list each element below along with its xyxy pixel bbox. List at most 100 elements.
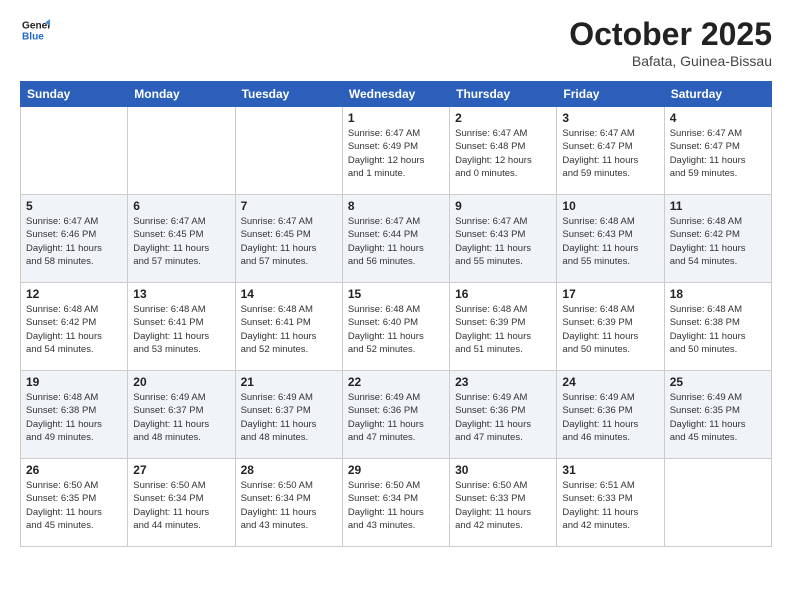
day-number: 18 [670, 287, 766, 301]
day-info: Sunrise: 6:49 AM Sunset: 6:36 PM Dayligh… [562, 391, 658, 444]
day-cell: 31Sunrise: 6:51 AM Sunset: 6:33 PM Dayli… [557, 459, 664, 547]
day-cell: 30 Sunrise: 6:50 AM Sunset: 6:33 PM Dayli… [450, 459, 557, 547]
day-info: Sunrise: 6:47 AM Sunset: 6:43 PM Dayligh… [455, 215, 551, 268]
day-info: Sunrise: 6:50 AM Sunset: 6:34 PM Dayligh… [348, 479, 444, 532]
day-number: 6 [133, 199, 229, 213]
day-info: Sunrise: 6:48 AM Sunset: 6:38 PM Dayligh… [670, 303, 766, 356]
day-number: 21 [241, 375, 337, 389]
day-header-wednesday: Wednesday [342, 82, 449, 107]
week-row-3: 12Sunrise: 6:48 AM Sunset: 6:42 PM Dayli… [21, 283, 772, 371]
day-cell: 20 Sunrise: 6:49 AM Sunset: 6:37 PM Dayli… [128, 371, 235, 459]
day-cell: 13 Sunrise: 6:48 AM Sunset: 6:41 PM Dayli… [128, 283, 235, 371]
day-number: 12 [26, 287, 122, 301]
day-cell: 6Sunrise: 6:47 AM Sunset: 6:45 PM Daylig… [128, 195, 235, 283]
day-number: 13 [133, 287, 229, 301]
day-number: 22 [348, 375, 444, 389]
title-block: October 2025 Bafata, Guinea-Bissau [569, 16, 772, 69]
day-info: Sunrise: 6:48 AM Sunset: 6:39 PM Dayligh… [562, 303, 658, 356]
day-cell: 5Sunrise: 6:47 AM Sunset: 6:46 PM Daylig… [21, 195, 128, 283]
day-info: Sunrise: 6:50 AM Sunset: 6:34 PM Dayligh… [241, 479, 337, 532]
day-number: 14 [241, 287, 337, 301]
day-cell: 27 Sunrise: 6:50 AM Sunset: 6:34 PM Dayli… [128, 459, 235, 547]
day-cell: 29Sunrise: 6:50 AM Sunset: 6:34 PM Dayli… [342, 459, 449, 547]
day-number: 2 [455, 111, 551, 125]
day-info: Sunrise: 6:48 AM Sunset: 6:43 PM Dayligh… [562, 215, 658, 268]
day-number: 11 [670, 199, 766, 213]
header: General Blue October 2025 Bafata, Guinea… [20, 16, 772, 69]
day-cell [21, 107, 128, 195]
week-row-4: 19 Sunrise: 6:48 AM Sunset: 6:38 PM Dayli… [21, 371, 772, 459]
day-info: Sunrise: 6:49 AM Sunset: 6:37 PM Dayligh… [241, 391, 337, 444]
day-cell: 3 Sunrise: 6:47 AM Sunset: 6:47 PM Daylig… [557, 107, 664, 195]
day-number: 24 [562, 375, 658, 389]
day-cell: 15 Sunrise: 6:48 AM Sunset: 6:40 PM Dayli… [342, 283, 449, 371]
day-cell: 28 Sunrise: 6:50 AM Sunset: 6:34 PM Dayli… [235, 459, 342, 547]
day-cell: 23 Sunrise: 6:49 AM Sunset: 6:36 PM Dayli… [450, 371, 557, 459]
day-info: Sunrise: 6:49 AM Sunset: 6:37 PM Dayligh… [133, 391, 229, 444]
day-info: Sunrise: 6:47 AM Sunset: 6:44 PM Dayligh… [348, 215, 444, 268]
day-number: 27 [133, 463, 229, 477]
day-cell: 4Sunrise: 6:47 AM Sunset: 6:47 PM Daylig… [664, 107, 771, 195]
day-cell: 24 Sunrise: 6:49 AM Sunset: 6:36 PM Dayli… [557, 371, 664, 459]
day-number: 5 [26, 199, 122, 213]
days-header-row: SundayMondayTuesdayWednesdayThursdayFrid… [21, 82, 772, 107]
day-cell: 21 Sunrise: 6:49 AM Sunset: 6:37 PM Dayli… [235, 371, 342, 459]
day-info: Sunrise: 6:51 AM Sunset: 6:33 PM Dayligh… [562, 479, 658, 532]
day-number: 23 [455, 375, 551, 389]
day-cell [128, 107, 235, 195]
day-info: Sunrise: 6:48 AM Sunset: 6:39 PM Dayligh… [455, 303, 551, 356]
day-info: Sunrise: 6:47 AM Sunset: 6:48 PM Dayligh… [455, 127, 551, 180]
week-row-1: 1Sunrise: 6:47 AM Sunset: 6:49 PM Daylig… [21, 107, 772, 195]
day-cell: 1Sunrise: 6:47 AM Sunset: 6:49 PM Daylig… [342, 107, 449, 195]
day-info: Sunrise: 6:47 AM Sunset: 6:45 PM Dayligh… [241, 215, 337, 268]
day-info: Sunrise: 6:47 AM Sunset: 6:47 PM Dayligh… [562, 127, 658, 180]
day-number: 1 [348, 111, 444, 125]
day-info: Sunrise: 6:49 AM Sunset: 6:35 PM Dayligh… [670, 391, 766, 444]
day-cell: 19 Sunrise: 6:48 AM Sunset: 6:38 PM Dayli… [21, 371, 128, 459]
day-number: 19 [26, 375, 122, 389]
day-cell: 11 Sunrise: 6:48 AM Sunset: 6:42 PM Dayli… [664, 195, 771, 283]
day-number: 30 [455, 463, 551, 477]
day-cell: 22Sunrise: 6:49 AM Sunset: 6:36 PM Dayli… [342, 371, 449, 459]
day-cell: 8 Sunrise: 6:47 AM Sunset: 6:44 PM Daylig… [342, 195, 449, 283]
day-number: 20 [133, 375, 229, 389]
day-cell: 16 Sunrise: 6:48 AM Sunset: 6:39 PM Dayli… [450, 283, 557, 371]
day-number: 17 [562, 287, 658, 301]
day-number: 28 [241, 463, 337, 477]
day-cell: 26 Sunrise: 6:50 AM Sunset: 6:35 PM Dayli… [21, 459, 128, 547]
day-info: Sunrise: 6:50 AM Sunset: 6:35 PM Dayligh… [26, 479, 122, 532]
day-number: 4 [670, 111, 766, 125]
day-number: 7 [241, 199, 337, 213]
day-cell [235, 107, 342, 195]
day-number: 15 [348, 287, 444, 301]
day-number: 3 [562, 111, 658, 125]
day-number: 16 [455, 287, 551, 301]
day-info: Sunrise: 6:48 AM Sunset: 6:41 PM Dayligh… [241, 303, 337, 356]
day-header-friday: Friday [557, 82, 664, 107]
day-cell: 10Sunrise: 6:48 AM Sunset: 6:43 PM Dayli… [557, 195, 664, 283]
day-header-tuesday: Tuesday [235, 82, 342, 107]
day-cell: 14 Sunrise: 6:48 AM Sunset: 6:41 PM Dayli… [235, 283, 342, 371]
day-info: Sunrise: 6:48 AM Sunset: 6:40 PM Dayligh… [348, 303, 444, 356]
week-row-5: 26 Sunrise: 6:50 AM Sunset: 6:35 PM Dayli… [21, 459, 772, 547]
month-title: October 2025 [569, 16, 772, 53]
day-cell: 9Sunrise: 6:47 AM Sunset: 6:43 PM Daylig… [450, 195, 557, 283]
day-info: Sunrise: 6:49 AM Sunset: 6:36 PM Dayligh… [455, 391, 551, 444]
day-cell: 7 Sunrise: 6:47 AM Sunset: 6:45 PM Daylig… [235, 195, 342, 283]
day-cell: 18 Sunrise: 6:48 AM Sunset: 6:38 PM Dayli… [664, 283, 771, 371]
day-number: 26 [26, 463, 122, 477]
day-info: Sunrise: 6:48 AM Sunset: 6:41 PM Dayligh… [133, 303, 229, 356]
day-cell: 12Sunrise: 6:48 AM Sunset: 6:42 PM Dayli… [21, 283, 128, 371]
day-info: Sunrise: 6:50 AM Sunset: 6:33 PM Dayligh… [455, 479, 551, 532]
day-info: Sunrise: 6:48 AM Sunset: 6:42 PM Dayligh… [670, 215, 766, 268]
day-info: Sunrise: 6:50 AM Sunset: 6:34 PM Dayligh… [133, 479, 229, 532]
day-header-monday: Monday [128, 82, 235, 107]
week-row-2: 5Sunrise: 6:47 AM Sunset: 6:46 PM Daylig… [21, 195, 772, 283]
day-cell: 25 Sunrise: 6:49 AM Sunset: 6:35 PM Dayli… [664, 371, 771, 459]
svg-text:Blue: Blue [22, 31, 44, 42]
day-info: Sunrise: 6:48 AM Sunset: 6:38 PM Dayligh… [26, 391, 122, 444]
logo: General Blue [20, 16, 50, 49]
day-number: 8 [348, 199, 444, 213]
day-number: 25 [670, 375, 766, 389]
day-header-thursday: Thursday [450, 82, 557, 107]
